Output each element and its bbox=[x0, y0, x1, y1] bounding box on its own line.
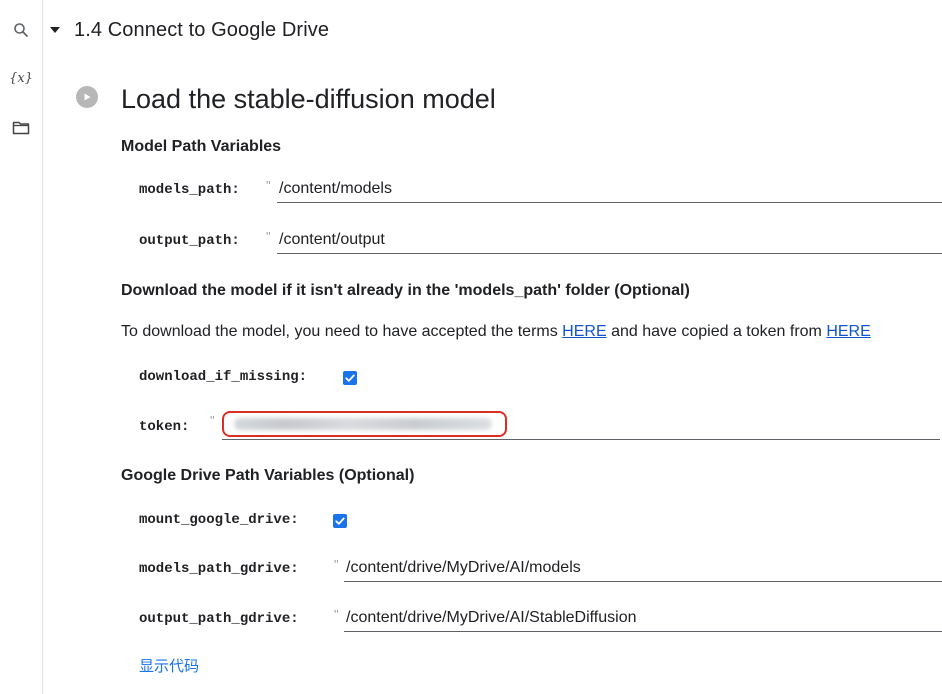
model-path-heading: Model Path Variables bbox=[121, 138, 282, 155]
paragraph-text: To download the model, you need to have … bbox=[121, 323, 563, 340]
token-input[interactable] bbox=[222, 411, 940, 440]
string-quote-icon: " bbox=[266, 229, 271, 244]
checkmark-icon bbox=[335, 517, 345, 525]
string-quote-icon: " bbox=[334, 557, 339, 572]
section-header[interactable]: 1.4 Connect to Google Drive bbox=[50, 16, 329, 44]
models-path-gdrive-input[interactable]: /content/drive/MyDrive/AI/models bbox=[344, 557, 942, 582]
show-code-link[interactable]: 显示代码 bbox=[139, 655, 199, 676]
string-quote-icon: " bbox=[334, 607, 339, 622]
mount-google-drive-label: mount_google_drive: bbox=[139, 512, 299, 528]
notebook-page: {x} 1.4 Connect to Google Drive Load the… bbox=[0, 0, 942, 694]
token-redaction-highlight bbox=[222, 411, 507, 437]
search-icon[interactable] bbox=[7, 16, 35, 44]
string-quote-icon: " bbox=[266, 178, 271, 193]
token-link[interactable]: HERE bbox=[826, 323, 870, 340]
cell-title: Load the stable-diffusion model bbox=[121, 84, 496, 114]
paragraph-text: and have copied a token from bbox=[606, 323, 827, 340]
download-heading: Download the model if it isn't already i… bbox=[121, 282, 690, 299]
token-label: token: bbox=[139, 419, 190, 435]
output-path-label: output_path: bbox=[139, 233, 240, 249]
output-path-gdrive-label: output_path_gdrive: bbox=[139, 611, 299, 627]
mount-google-drive-checkbox[interactable] bbox=[333, 514, 347, 528]
models-path-label: models_path: bbox=[139, 182, 240, 198]
left-rail: {x} bbox=[0, 0, 43, 694]
blurred-token-value bbox=[234, 418, 492, 430]
models-path-input[interactable]: /content/models bbox=[277, 178, 942, 203]
run-cell-button[interactable] bbox=[76, 86, 98, 108]
collapse-caret-icon[interactable] bbox=[50, 27, 60, 33]
terms-link[interactable]: HERE bbox=[562, 323, 606, 340]
terms-paragraph: To download the model, you need to have … bbox=[121, 323, 871, 341]
download-if-missing-label: download_if_missing: bbox=[139, 369, 308, 385]
play-icon bbox=[84, 93, 91, 101]
gdrive-heading: Google Drive Path Variables (Optional) bbox=[121, 467, 415, 484]
section-title: 1.4 Connect to Google Drive bbox=[74, 18, 330, 41]
variables-icon[interactable]: {x} bbox=[7, 64, 35, 92]
download-if-missing-checkbox[interactable] bbox=[343, 371, 357, 385]
output-path-input[interactable]: /content/output bbox=[277, 229, 942, 254]
string-quote-icon: " bbox=[210, 413, 215, 428]
folder-icon[interactable] bbox=[7, 114, 35, 142]
output-path-gdrive-input[interactable]: /content/drive/MyDrive/AI/StableDiffusio… bbox=[344, 607, 942, 632]
models-path-gdrive-label: models_path_gdrive: bbox=[139, 561, 299, 577]
checkmark-icon bbox=[345, 374, 355, 382]
